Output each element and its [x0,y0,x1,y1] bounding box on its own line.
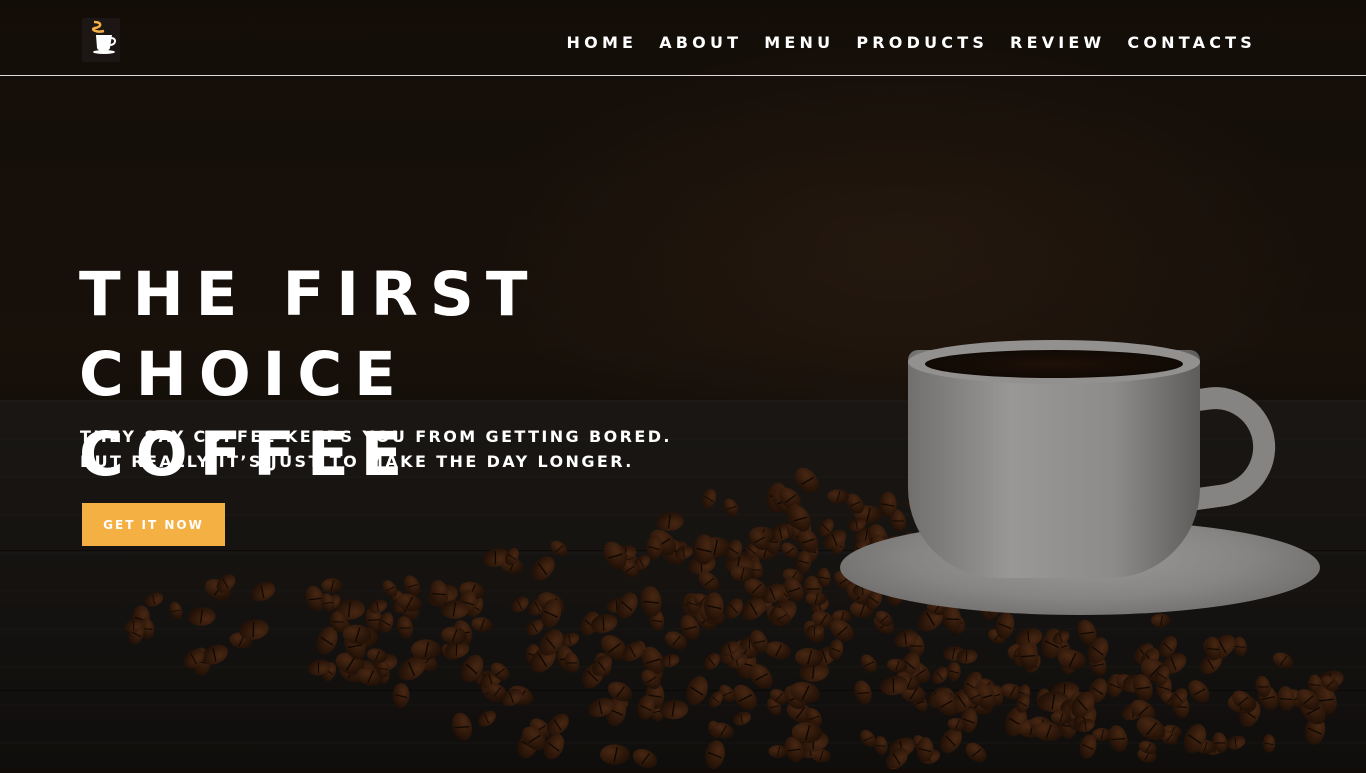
nav-review[interactable]: REVIEW [1010,32,1105,54]
coffee-cup-logo-icon [91,20,116,54]
main-nav: HOME ABOUT MENU PRODUCTS REVIEW CONTACTS [545,32,1256,54]
site-header: HOME ABOUT MENU PRODUCTS REVIEW CONTACTS [0,0,1366,76]
nav-contacts[interactable]: CONTACTS [1127,32,1256,54]
get-it-now-button[interactable]: GET IT NOW [82,503,225,546]
nav-products[interactable]: PRODUCTS [856,32,988,54]
hero-subtitle: THEY SAY COFFEE KEEPS YOU FROM GETTING B… [80,424,672,474]
hero-title-line-1: THE FIRST CHOICE [79,259,540,410]
nav-menu[interactable]: MENU [764,32,834,54]
hero-subtitle-line-1: THEY SAY COFFEE KEEPS YOU FROM GETTING B… [80,427,672,446]
nav-home[interactable]: HOME [567,32,638,54]
site-logo[interactable] [82,18,120,62]
nav-about[interactable]: ABOUT [659,32,742,54]
hero-subtitle-line-2: BUT REALLY IT’S JUST TO MAKE THE DAY LON… [80,452,634,471]
